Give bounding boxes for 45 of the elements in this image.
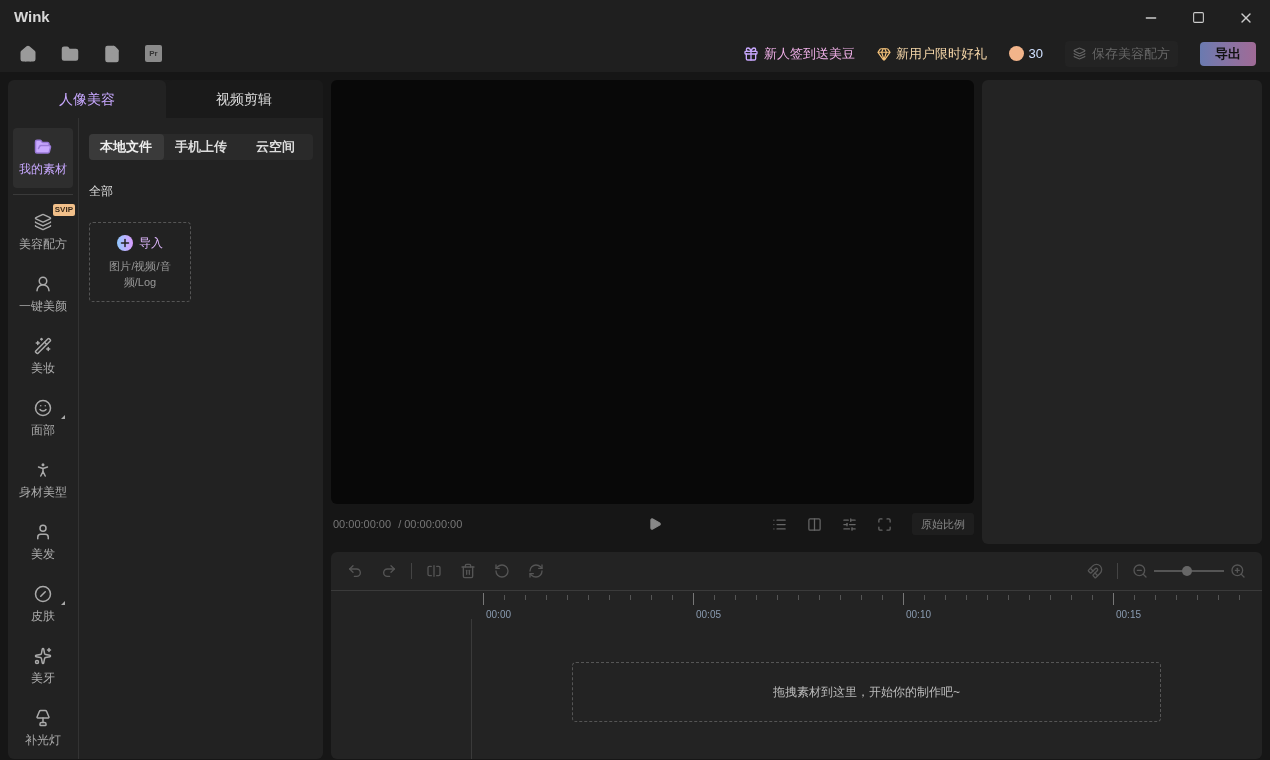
sidebar-item[interactable]: 美发 [13,513,73,573]
drop-zone[interactable]: 拖拽素材到这里，开始你的制作吧~ [572,662,1161,722]
sidebar-label: 美牙 [31,670,55,687]
sidebar-item[interactable]: 我的素材 [13,128,73,188]
sidebar-label: 美发 [31,546,55,563]
sidebar-label: 一键美颜 [19,298,67,315]
sidebar-item[interactable]: 美妆 [13,327,73,387]
premiere-icon[interactable]: Pr [145,45,162,62]
sidebar-item[interactable]: SVIP 美容配方 [13,203,73,263]
sidebar-label: 补光灯 [25,732,61,749]
sidebar-item[interactable]: 补光灯 [13,699,73,759]
sidebar-item[interactable]: 一键美颜 [13,265,73,325]
sidebar-label: 我的素材 [19,161,67,178]
sidebar-label: 身材美型 [19,484,67,501]
sidebar-item[interactable]: 身材美型 [13,451,73,511]
source-tab[interactable]: 本地文件 [89,134,164,160]
panel-tab[interactable]: 人像美容 [8,80,166,118]
sidebar-label: 面部 [31,422,55,439]
sidebar-label: 皮肤 [31,608,55,625]
svip-badge: SVIP [52,204,75,216]
source-tab[interactable]: 云空间 [238,134,313,160]
filter-label[interactable]: 全部 [89,184,113,198]
time-label: 00:10 [906,609,932,619]
bean-count: 30 [1028,44,1043,63]
current-time: 00:00:00:00 [333,516,392,532]
sidebar-item[interactable]: 面部 [13,389,73,449]
sidebar-item[interactable]: 皮肤 [13,575,73,635]
save-recipe-label: 保存美容配方 [1092,44,1170,63]
sidebar-label: 美妆 [31,360,55,377]
promo-link[interactable]: 新用户限时好礼 [895,43,987,64]
sidebar-item[interactable]: 美牙 [13,637,73,697]
time-label: 00:05 [696,609,722,619]
export-button[interactable]: 导出 [1200,41,1256,66]
import-label: 导入 [139,235,163,252]
app-title: Wink [14,7,50,28]
import-hint: 图片/视频/音频/Log [108,259,172,290]
time-label: 00:15 [1116,609,1142,619]
drop-hint: 拖拽素材到这里，开始你的制作吧~ [773,684,960,701]
ratio-button[interactable]: 原始比例 [912,513,974,535]
total-time: / 00:00:00:00 [398,516,463,532]
import-card[interactable]: 导入 图片/视频/音频/Log [89,222,191,302]
promo-link[interactable]: 新人签到送美豆 [763,43,855,64]
sidebar-label: 美容配方 [19,236,67,253]
source-tab[interactable]: 手机上传 [163,134,239,160]
time-label: 00:00 [486,609,512,619]
